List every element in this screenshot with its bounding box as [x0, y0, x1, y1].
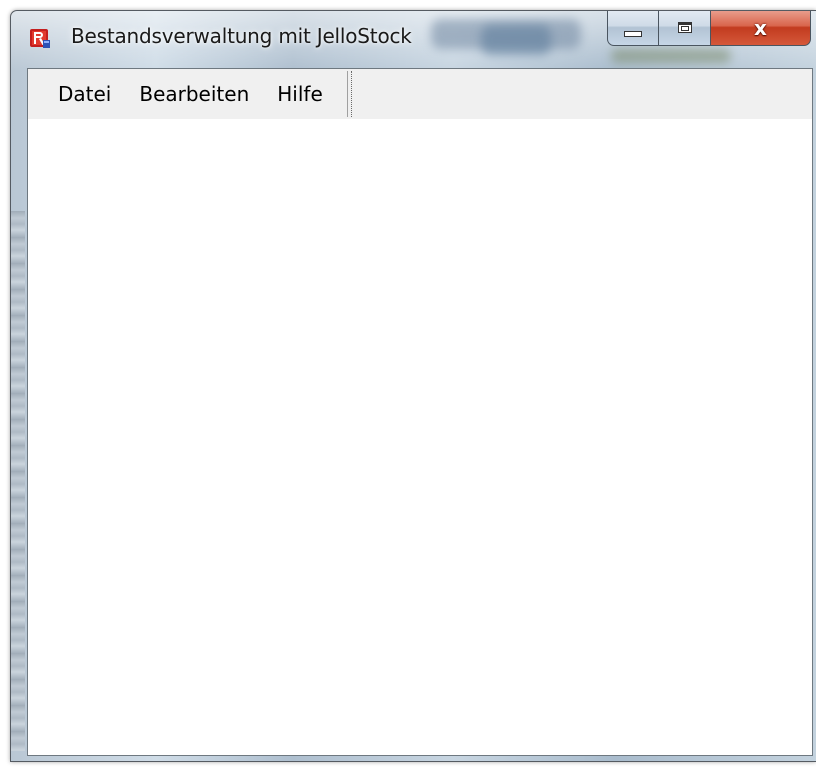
window-title: Bestandsverwaltung mit JelloStock [71, 24, 412, 48]
close-button[interactable]: x [711, 11, 811, 46]
window-frame-texture [11, 211, 25, 751]
menu-bar: Datei Bearbeiten Hilfe [28, 69, 812, 119]
application-window: Bestandsverwaltung mit JelloStock x Date… [10, 10, 816, 762]
title-bar[interactable]: Bestandsverwaltung mit JelloStock x [11, 11, 816, 66]
client-area: Datei Bearbeiten Hilfe [27, 68, 813, 756]
app-icon[interactable] [29, 27, 51, 49]
minimize-icon [624, 30, 642, 37]
maximize-icon [677, 22, 692, 33]
menu-item-bearbeiten[interactable]: Bearbeiten [125, 74, 263, 114]
menu-item-hilfe[interactable]: Hilfe [263, 74, 337, 114]
menubar-grip[interactable] [346, 71, 352, 117]
close-icon: x [754, 15, 767, 40]
maximize-button[interactable] [659, 11, 711, 46]
main-content-area[interactable] [28, 119, 812, 755]
minimize-button[interactable] [607, 11, 659, 46]
menu-item-datei[interactable]: Datei [44, 74, 125, 114]
caption-buttons: x [607, 11, 811, 48]
